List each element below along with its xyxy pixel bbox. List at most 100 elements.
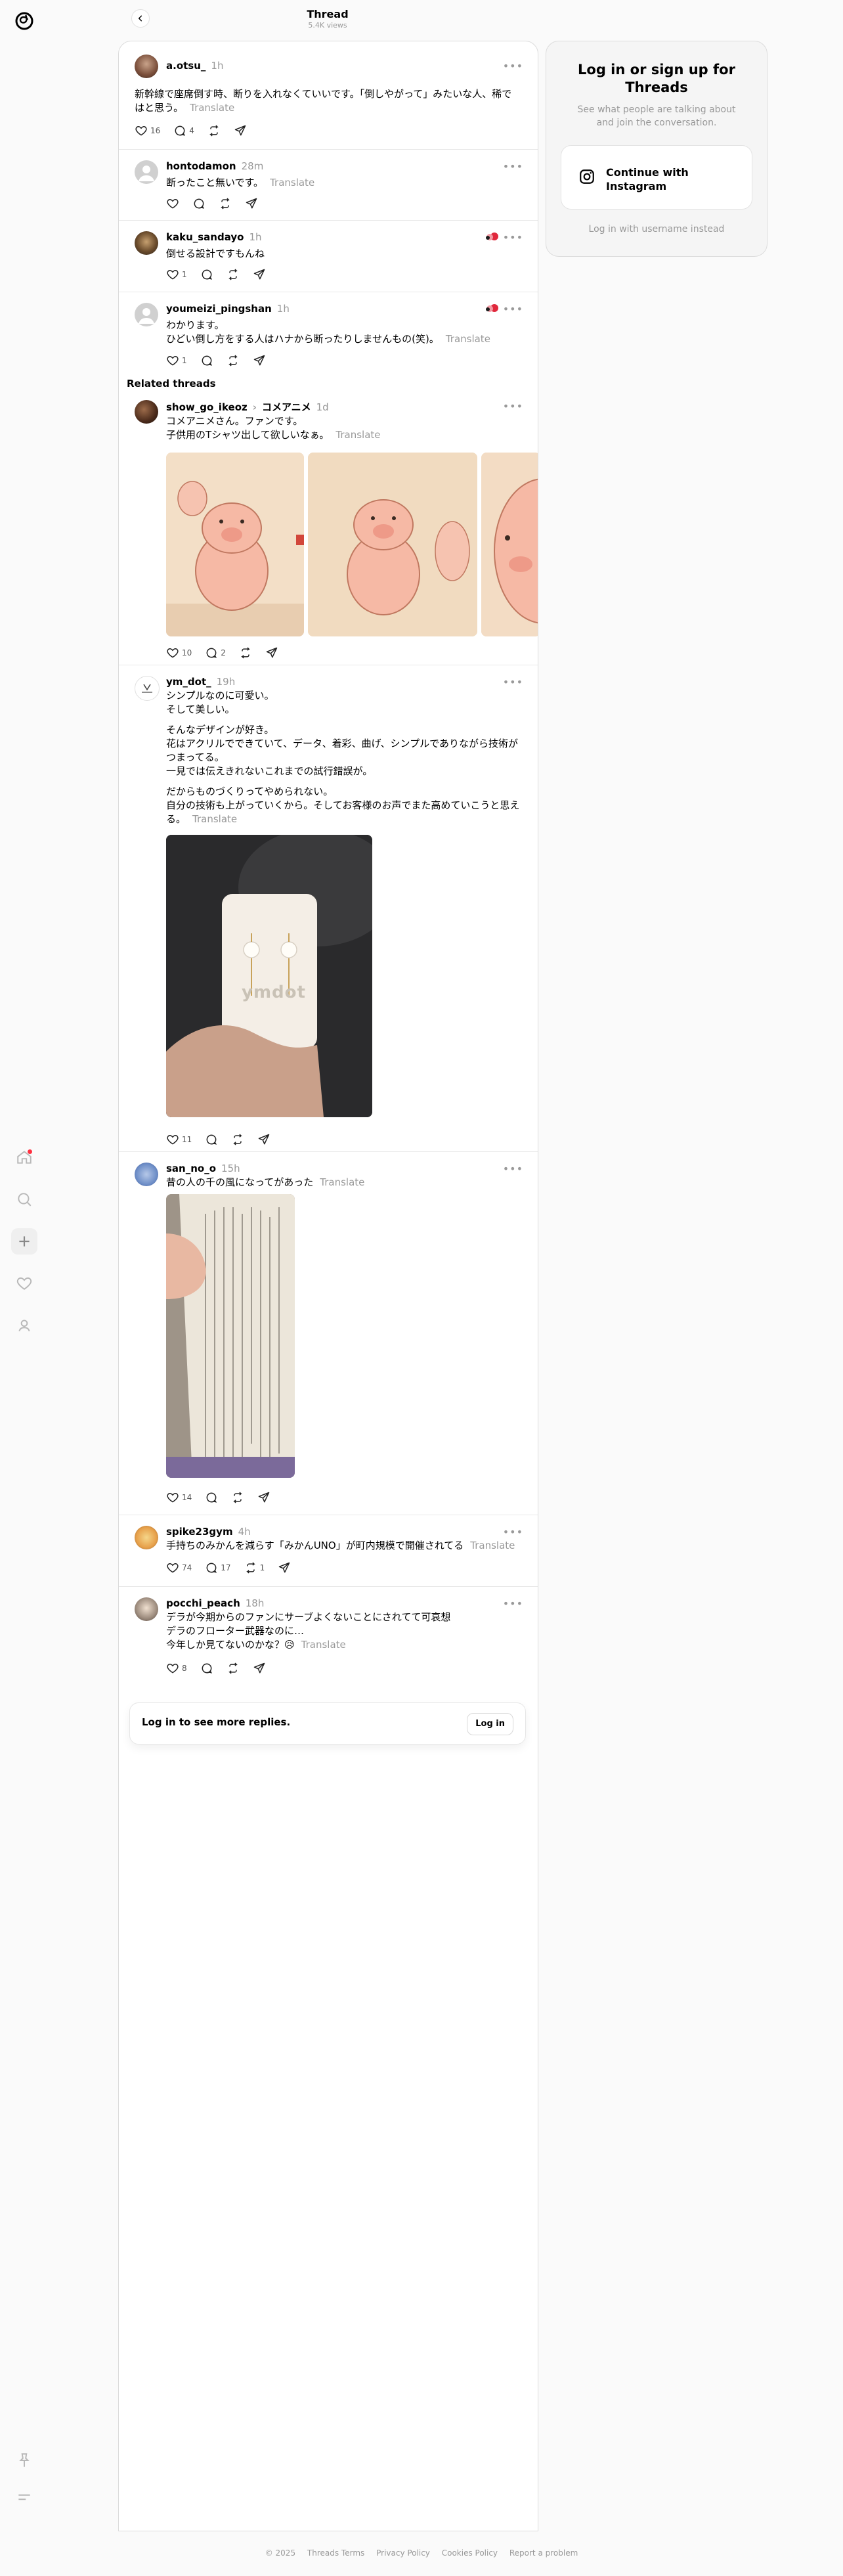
avatar[interactable]	[135, 1526, 158, 1549]
create-icon[interactable]	[11, 1228, 37, 1255]
avatar[interactable]	[135, 1597, 158, 1621]
copyright: © 2025	[265, 2548, 296, 2558]
more-icon[interactable]: •••	[503, 231, 523, 244]
search-icon[interactable]	[11, 1186, 37, 1212]
like-button[interactable]	[166, 197, 179, 210]
post-actions: 10 2	[166, 646, 278, 659]
reply-button[interactable]	[200, 268, 213, 281]
username[interactable]: a.otsu_	[166, 60, 205, 72]
username[interactable]: youmeizi_pingshan	[166, 303, 272, 315]
reply-button[interactable]	[205, 1133, 218, 1146]
translate-link[interactable]: Translate	[301, 1639, 346, 1651]
topic-tag[interactable]: コメアニメ	[262, 401, 311, 413]
heart-icon[interactable]	[11, 1270, 37, 1297]
like-button[interactable]: 1	[166, 268, 187, 281]
post-actions: 1	[166, 354, 266, 367]
repost-button[interactable]	[219, 197, 232, 210]
menu-icon[interactable]	[11, 2484, 37, 2510]
reply-button[interactable]: 4	[173, 124, 194, 137]
more-icon[interactable]: •••	[503, 676, 523, 688]
share-button[interactable]	[234, 124, 247, 137]
like-icon	[166, 1662, 179, 1675]
reply-button[interactable]	[200, 354, 213, 367]
post-image[interactable]	[166, 1194, 295, 1478]
repost-button[interactable]	[231, 1133, 244, 1146]
footer-link-terms[interactable]: Threads Terms	[307, 2548, 364, 2558]
related-post: pocchi_peach 18h ••• デラが今期からのファンにサーブよくないこ…	[119, 1587, 538, 1692]
more-icon[interactable]: •••	[503, 1597, 523, 1610]
username[interactable]: hontodamon	[166, 160, 236, 172]
translate-link[interactable]: Translate	[470, 1540, 515, 1551]
reply-icon	[205, 1133, 218, 1146]
post-text: デラが今期からのファンにサーブよくないことにされてて可哀想 デラのフローター武器…	[166, 1611, 451, 1651]
translate-link[interactable]: Translate	[320, 1176, 364, 1188]
like-button[interactable]: 16	[135, 124, 160, 137]
like-button[interactable]: 74	[166, 1561, 192, 1574]
profile-icon[interactable]	[11, 1312, 37, 1339]
post-image[interactable]	[166, 453, 304, 636]
more-icon[interactable]: •••	[503, 60, 523, 72]
reply-button[interactable]	[192, 197, 205, 210]
post-image[interactable]	[308, 453, 477, 636]
translate-link[interactable]: Translate	[270, 177, 314, 189]
share-button[interactable]	[253, 1662, 266, 1675]
repost-button[interactable]	[227, 1662, 240, 1675]
avatar[interactable]	[135, 160, 158, 184]
translate-link[interactable]: Translate	[446, 333, 490, 345]
more-icon[interactable]: •••	[503, 303, 523, 315]
reply-button[interactable]: 17	[205, 1561, 231, 1574]
repost-button[interactable]	[227, 354, 240, 367]
repost-button[interactable]	[207, 124, 221, 137]
translate-link[interactable]: Translate	[192, 813, 237, 825]
share-button[interactable]	[253, 354, 266, 367]
avatar[interactable]	[135, 231, 158, 255]
more-icon[interactable]: •••	[503, 1163, 523, 1175]
footer-link-report[interactable]: Report a problem	[509, 2548, 578, 2558]
like-button[interactable]: 10	[166, 646, 192, 659]
username[interactable]: spike23gym	[166, 1526, 233, 1538]
pin-icon[interactable]	[11, 2447, 37, 2474]
translate-link[interactable]: Translate	[190, 102, 234, 114]
footer-link-privacy[interactable]: Privacy Policy	[376, 2548, 430, 2558]
repost-button[interactable]	[239, 646, 252, 659]
avatar[interactable]	[135, 676, 160, 701]
avatar[interactable]	[135, 303, 158, 326]
like-button[interactable]: 1	[166, 354, 187, 367]
avatar[interactable]	[135, 55, 158, 78]
avatar[interactable]	[135, 400, 158, 424]
share-button[interactable]	[257, 1491, 270, 1504]
more-icon[interactable]: •••	[503, 1526, 523, 1538]
username-login-link[interactable]: Log in with username instead	[546, 224, 767, 234]
footer-link-cookies[interactable]: Cookies Policy	[442, 2548, 498, 2558]
reply-button[interactable]	[200, 1662, 213, 1675]
translate-link[interactable]: Translate	[335, 429, 380, 441]
username[interactable]: ym_dot_	[166, 676, 211, 688]
repost-button[interactable]	[227, 268, 240, 281]
login-button[interactable]: Log in	[467, 1713, 513, 1735]
share-button[interactable]	[253, 268, 266, 281]
username[interactable]: pocchi_peach	[166, 1597, 240, 1609]
threads-logo-icon[interactable]	[12, 9, 36, 33]
share-button[interactable]	[257, 1133, 270, 1146]
post-image[interactable]: ymdot	[166, 835, 372, 1117]
avatar[interactable]	[135, 1163, 158, 1186]
like-button[interactable]: 11	[166, 1133, 192, 1146]
reply-icon	[200, 268, 213, 281]
post-image[interactable]	[481, 453, 538, 636]
username[interactable]: san_no_o	[166, 1163, 216, 1174]
share-button[interactable]	[278, 1561, 291, 1574]
username[interactable]: show_go_ikeoz	[166, 401, 248, 413]
repost-button[interactable]: 1	[244, 1561, 265, 1574]
share-button[interactable]	[245, 197, 258, 210]
like-button[interactable]: 14	[166, 1491, 192, 1504]
reply-button[interactable]: 2	[205, 646, 226, 659]
more-icon[interactable]: •••	[503, 160, 523, 173]
username[interactable]: kaku_sandayo	[166, 231, 244, 243]
repost-button[interactable]	[231, 1491, 244, 1504]
continue-with-instagram-button[interactable]: Continue with Instagram	[561, 145, 752, 210]
share-button[interactable]	[265, 646, 278, 659]
more-icon[interactable]: •••	[503, 400, 523, 412]
like-button[interactable]: 8	[166, 1662, 187, 1675]
reply-button[interactable]	[205, 1491, 218, 1504]
home-icon[interactable]	[11, 1144, 37, 1170]
